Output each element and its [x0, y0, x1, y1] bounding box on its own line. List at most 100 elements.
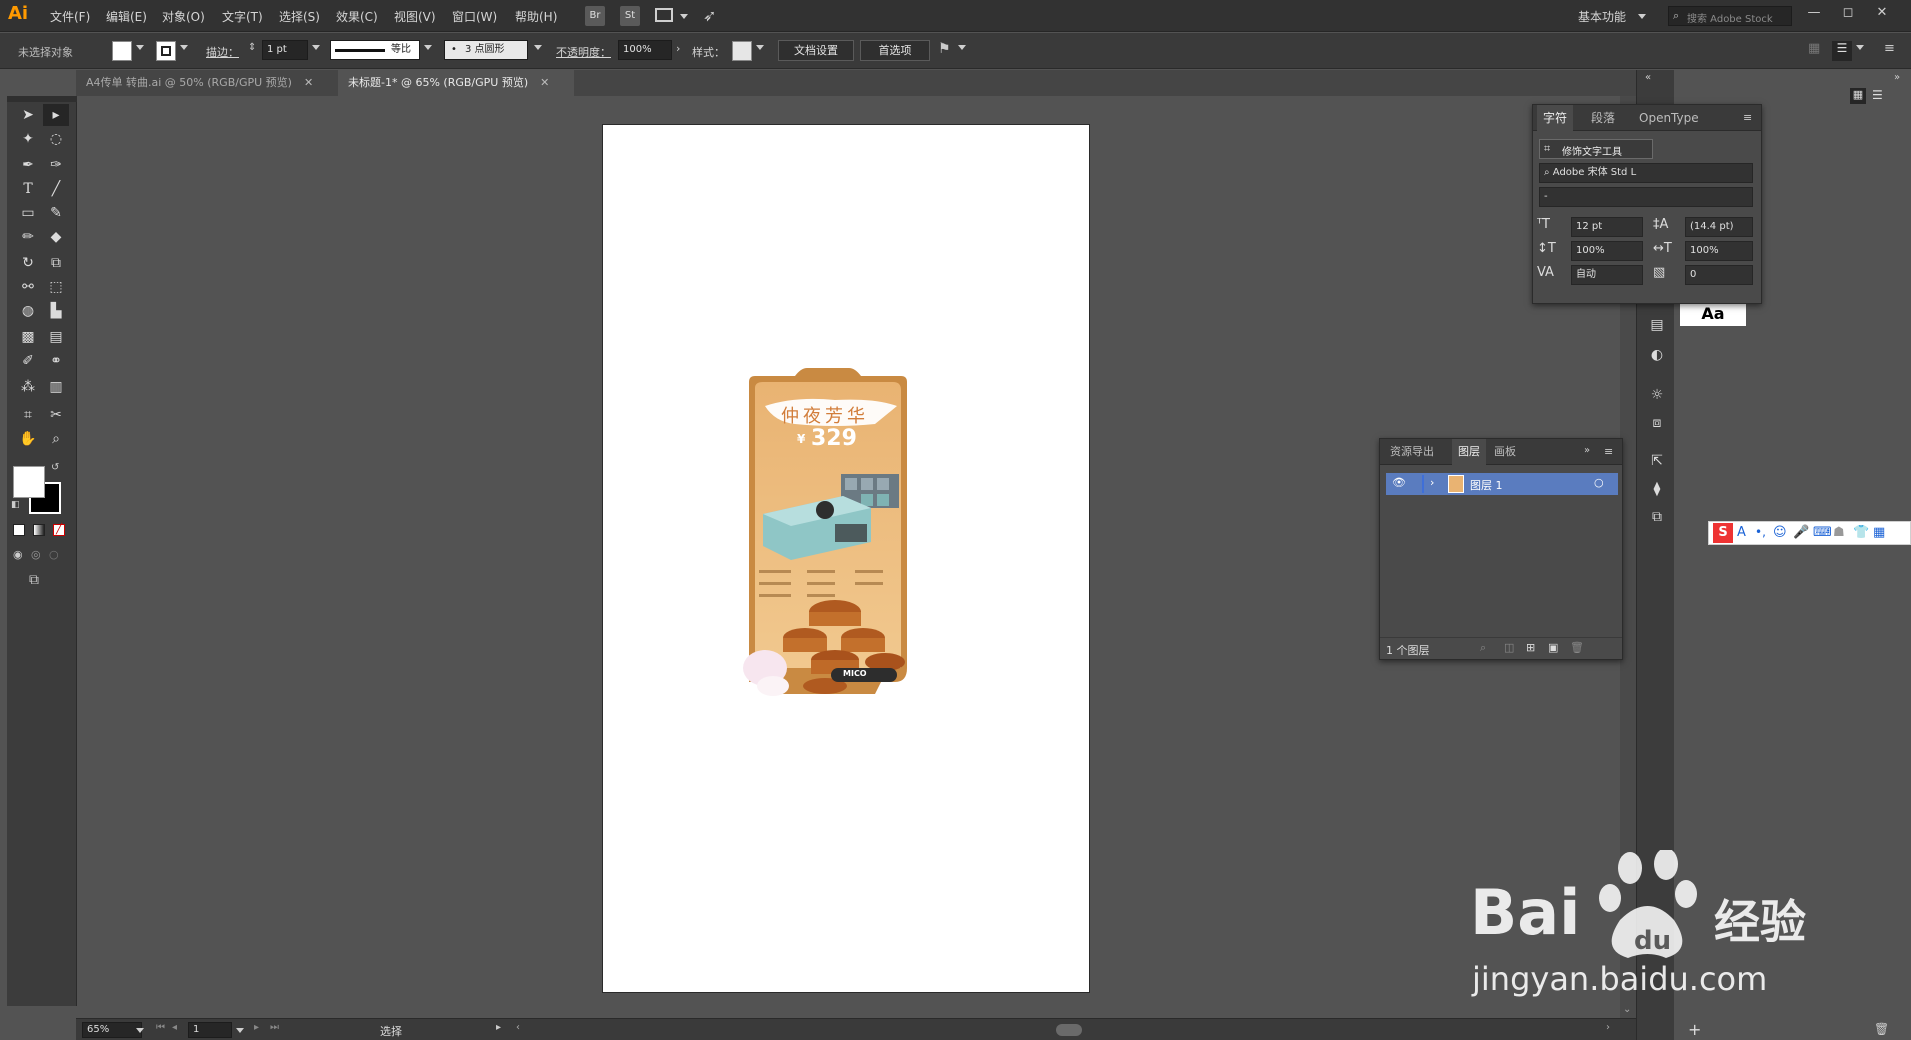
layer-name[interactable]: 图层 1	[1470, 477, 1503, 493]
leading-field[interactable]: (14.4 pt)	[1685, 217, 1753, 237]
chevron-down-icon[interactable]	[424, 45, 432, 50]
scroll-right-icon[interactable]: ›	[1606, 1022, 1610, 1033]
collapse-dock-icon[interactable]: »	[1894, 72, 1900, 83]
scale-tool-icon[interactable]: ⧉	[43, 252, 69, 274]
trash-icon[interactable]: 🗑	[1874, 1022, 1889, 1036]
tracking-field[interactable]: 0	[1685, 265, 1753, 285]
tab-artboards[interactable]: 画板	[1488, 439, 1522, 465]
libraries-thumbnail[interactable]: Aa	[1680, 302, 1746, 326]
stroke-weight-input[interactable]: 1 pt	[262, 40, 308, 60]
expand-panel-icon[interactable]: »	[1584, 445, 1590, 456]
arrange-documents-icon[interactable]	[655, 8, 673, 22]
ime-toolbar[interactable]: S A •, ☺ 🎤 ⌨ ☗ 👕 ▦	[1708, 521, 1911, 545]
gradient-tool-icon[interactable]: ▤	[43, 326, 69, 348]
workspace-switcher[interactable]: 基本功能	[1578, 8, 1626, 25]
arrange-icon[interactable]: ⚑	[938, 41, 951, 57]
perspective-grid-icon[interactable]: ▙	[43, 300, 69, 322]
expand-layer-icon[interactable]: ›	[1430, 476, 1434, 489]
artboard-number-field[interactable]: 1	[188, 1022, 232, 1038]
menu-object[interactable]: 对象(O)	[162, 8, 205, 25]
width-tool-icon[interactable]: ⚯	[15, 276, 41, 298]
magic-wand-icon[interactable]: ✦	[15, 128, 41, 150]
rotate-tool-icon[interactable]: ↻	[15, 252, 41, 274]
chevron-down-icon[interactable]	[756, 45, 764, 50]
draw-normal-icon[interactable]: ◉	[13, 548, 23, 561]
fill-color-front[interactable]	[13, 466, 45, 498]
chevron-down-icon[interactable]	[312, 45, 320, 50]
add-icon[interactable]: +	[1688, 1020, 1701, 1039]
variable-width-profile[interactable]: 等比	[330, 40, 420, 60]
last-artboard-icon[interactable]: ⏭	[270, 1022, 279, 1033]
eyedropper-icon[interactable]: ✐	[15, 350, 41, 372]
stock-search-field[interactable]: ⌕ 搜索 Adobe Stock	[1668, 6, 1792, 26]
tab-untitled[interactable]: 未标题-1* @ 65% (RGB/GPU 预览) ✕	[338, 70, 574, 96]
tab-layers[interactable]: 图层	[1452, 439, 1486, 465]
new-sublayer-icon[interactable]: ⊞	[1526, 641, 1535, 654]
menu-window[interactable]: 窗口(W)	[452, 8, 497, 25]
ime-emoji-icon[interactable]: ☺	[1773, 525, 1787, 540]
chevron-down-icon[interactable]	[180, 45, 188, 50]
maximize-icon[interactable]: ◻	[1834, 3, 1862, 23]
chevron-down-icon[interactable]	[534, 45, 542, 50]
next-artboard-icon[interactable]: ▸	[254, 1022, 259, 1033]
stepper-icon[interactable]: ⇕	[248, 42, 256, 53]
ime-punctuation-icon[interactable]: •,	[1755, 525, 1766, 539]
align-icon[interactable]: ☰	[1832, 41, 1852, 61]
first-artboard-icon[interactable]: ⏮	[156, 1022, 165, 1033]
fill-swatch[interactable]	[112, 41, 132, 61]
locate-object-icon[interactable]: ⌕	[1480, 641, 1486, 655]
shape-builder-icon[interactable]: ◍	[15, 300, 41, 322]
gradient-panel-icon[interactable]: ▤	[1646, 314, 1668, 336]
draw-inside-icon[interactable]: ○	[49, 548, 59, 561]
gpu-performance-icon[interactable]: ➶	[703, 6, 716, 25]
toolbar-grip[interactable]	[7, 96, 77, 102]
color-mode-icon[interactable]	[13, 524, 25, 536]
previous-artboard-icon[interactable]: ◂	[172, 1022, 177, 1033]
menu-view[interactable]: 视图(V)	[394, 8, 436, 25]
chevron-down-icon[interactable]	[136, 45, 144, 50]
sogou-logo-icon[interactable]: S	[1713, 523, 1733, 543]
mesh-tool-icon[interactable]: ▩	[15, 326, 41, 348]
chevron-down-icon[interactable]	[236, 1028, 244, 1033]
chevron-down-icon[interactable]	[1856, 45, 1864, 50]
visibility-eye-icon[interactable]: 👁	[1392, 476, 1406, 489]
close-icon[interactable]: ✕	[304, 70, 313, 96]
minimize-icon[interactable]: —	[1800, 3, 1828, 23]
type-tool-icon[interactable]: T	[15, 178, 41, 200]
ime-skin-icon[interactable]: 👕	[1853, 525, 1869, 540]
menu-select[interactable]: 选择(S)	[279, 8, 320, 25]
ime-keyboard-icon[interactable]: ⌨	[1813, 525, 1832, 540]
zoom-field[interactable]: 65%	[82, 1022, 142, 1038]
transform-icon[interactable]: ▦	[1808, 41, 1820, 56]
draw-behind-icon[interactable]: ◎	[31, 548, 41, 561]
chevron-right-icon[interactable]: ›	[676, 42, 680, 55]
zoom-tool-icon[interactable]: ⌕	[43, 428, 69, 450]
curvature-tool-icon[interactable]: ✑	[43, 154, 69, 176]
direct-selection-tool-icon[interactable]: ▸	[43, 104, 69, 126]
swap-colors-icon[interactable]: ↺	[51, 462, 59, 473]
list-view-icon[interactable]: ☰	[1872, 88, 1883, 102]
transparency-panel-icon[interactable]: ◐	[1646, 344, 1668, 366]
chevron-down-icon[interactable]	[136, 1028, 144, 1033]
artboard-tool-icon[interactable]: ⌗	[15, 404, 41, 426]
horizontal-scale-field[interactable]: 100%	[1685, 241, 1753, 261]
font-family-field[interactable]: ⌕ Adobe 宋体 Std L	[1539, 163, 1753, 183]
menu-type[interactable]: 文字(T)	[222, 8, 263, 25]
ime-chinese-mode-icon[interactable]: A	[1737, 525, 1746, 540]
line-tool-icon[interactable]: ╱	[43, 178, 69, 200]
font-style-field[interactable]: -	[1539, 187, 1753, 207]
opacity-label[interactable]: 不透明度：	[556, 44, 611, 60]
ime-user-icon[interactable]: ☗	[1833, 525, 1845, 540]
grid-view-icon[interactable]: ▦	[1850, 88, 1866, 104]
vertical-scale-field[interactable]: 100%	[1571, 241, 1643, 261]
new-layer-icon[interactable]: ▣	[1548, 641, 1558, 654]
target-circle-icon[interactable]: ○	[1594, 476, 1604, 489]
scroll-left-icon[interactable]: ‹	[516, 1022, 520, 1033]
rectangle-tool-icon[interactable]: ▭	[15, 202, 41, 224]
tab-opentype[interactable]: OpenType	[1633, 105, 1705, 131]
control-menu-icon[interactable]: ≡	[1884, 41, 1895, 56]
panel-menu-icon[interactable]: ≡	[1604, 445, 1613, 458]
delete-layer-icon[interactable]: 🗑	[1570, 641, 1584, 654]
tab-a4-flyer[interactable]: A4传单 转曲.ai @ 50% (RGB/GPU 预览) ✕	[76, 70, 336, 96]
document-setup-button[interactable]: 文档设置	[778, 40, 854, 61]
